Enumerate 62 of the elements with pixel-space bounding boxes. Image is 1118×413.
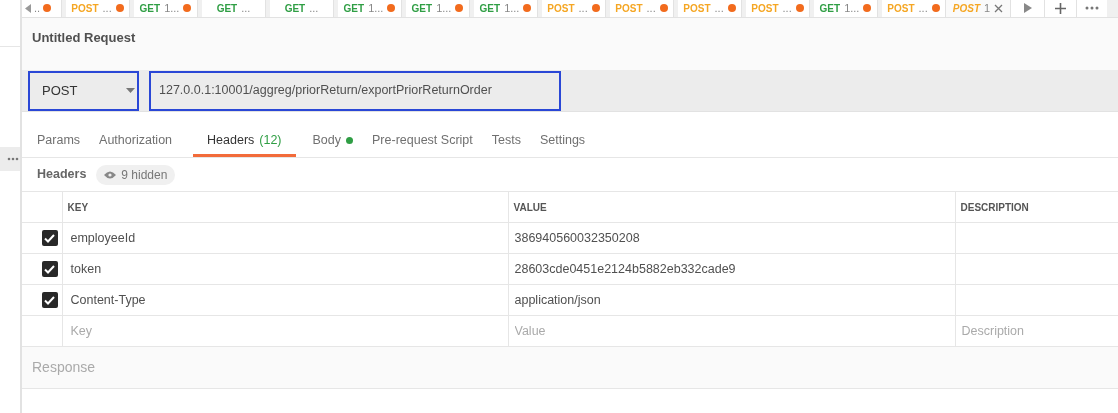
unsaved-dot-icon	[795, 4, 804, 12]
unsaved-dot-icon	[523, 4, 532, 12]
url-field[interactable]: 127.0.0.1:10001/aggreg/priorReturn/exportPriorReturnOrder	[149, 70, 561, 111]
request-tab[interactable]: GET ...	[270, 0, 334, 17]
scroll-right-icon[interactable]	[1010, 0, 1044, 17]
column-header: VALUE	[508, 191, 955, 223]
request-tab[interactable]: GET 1...	[338, 0, 402, 17]
more-icon[interactable]	[1076, 0, 1107, 17]
checkbox[interactable]	[41, 230, 58, 247]
key-input-field[interactable]: Key	[70, 321, 500, 341]
section-tab[interactable]: Headers (12)	[193, 127, 296, 157]
section-tab[interactable]: Settings	[531, 127, 594, 157]
unsaved-dot-icon	[591, 4, 600, 12]
request-title[interactable]: Untitled Request	[32, 28, 136, 48]
description-input-field[interactable]: Description	[961, 321, 1112, 341]
request-tab[interactable]: GET 1...	[406, 0, 470, 17]
column-header: KEY	[62, 191, 508, 223]
checkbox[interactable]	[41, 292, 58, 309]
value-cell[interactable]: 386940560032350208	[508, 222, 955, 254]
request-tab[interactable]: POST 1	[946, 0, 1010, 17]
request-tab[interactable]: POST ...	[610, 0, 674, 17]
method-dropdown[interactable]: POST	[28, 70, 139, 111]
unsaved-dot-icon	[659, 4, 668, 12]
request-tab[interactable]: GET 1...	[474, 0, 538, 17]
column-header: DESCRIPTION	[955, 191, 1118, 223]
request-tab[interactable]: POST ...	[678, 0, 742, 17]
key-cell[interactable]: employeeId	[62, 222, 508, 254]
request-tab[interactable]: GET 1...	[134, 0, 198, 17]
section-tab[interactable]: Pre-request Script	[364, 127, 481, 157]
hidden-headers-badge[interactable]: 9 hidden	[96, 164, 176, 185]
value-cell[interactable]: 28603cde0451e2124b5882eb332cade9	[508, 253, 955, 285]
headers-label: Headers	[37, 166, 87, 184]
unsaved-dot-icon	[115, 4, 124, 12]
unsaved-dot-icon	[387, 4, 396, 12]
unsaved-dot-icon	[455, 4, 464, 12]
section-tab[interactable]: Tests	[483, 127, 529, 157]
key-cell[interactable]: token	[62, 253, 508, 285]
eye-icon	[104, 170, 117, 179]
request-tab[interactable]: GET 1...	[814, 0, 878, 17]
more-icon[interactable]	[7, 157, 19, 161]
caret-icon	[126, 88, 135, 93]
key-cell[interactable]: Content-Type	[62, 284, 508, 316]
request-tab[interactable]: POST ...	[882, 0, 946, 17]
request-tab[interactable]: POST ...	[746, 0, 810, 17]
scroll-left-icon[interactable]	[25, 3, 31, 13]
close-icon[interactable]	[994, 3, 1004, 13]
checkbox[interactable]	[41, 261, 58, 278]
section-tab[interactable]: Authorization	[91, 127, 181, 157]
section-tab[interactable]: Params	[29, 127, 89, 157]
request-tab[interactable]: POST ...	[66, 0, 130, 17]
request-tab[interactable]: ..	[22, 0, 62, 17]
unsaved-dot-icon	[727, 4, 736, 12]
request-tab[interactable]: GET ...	[202, 0, 266, 17]
unsaved-dot-icon	[863, 4, 872, 12]
value-cell[interactable]: application/json	[508, 284, 955, 316]
response-label[interactable]: Response	[32, 357, 96, 378]
section-tab[interactable]: Body	[304, 127, 362, 157]
unsaved-dot-icon	[183, 4, 192, 12]
request-tab[interactable]: POST ...	[542, 0, 606, 17]
unsaved-dot-icon	[931, 4, 940, 12]
value-input-field[interactable]: Value	[514, 321, 949, 341]
new-tab-icon[interactable]	[1044, 0, 1076, 17]
